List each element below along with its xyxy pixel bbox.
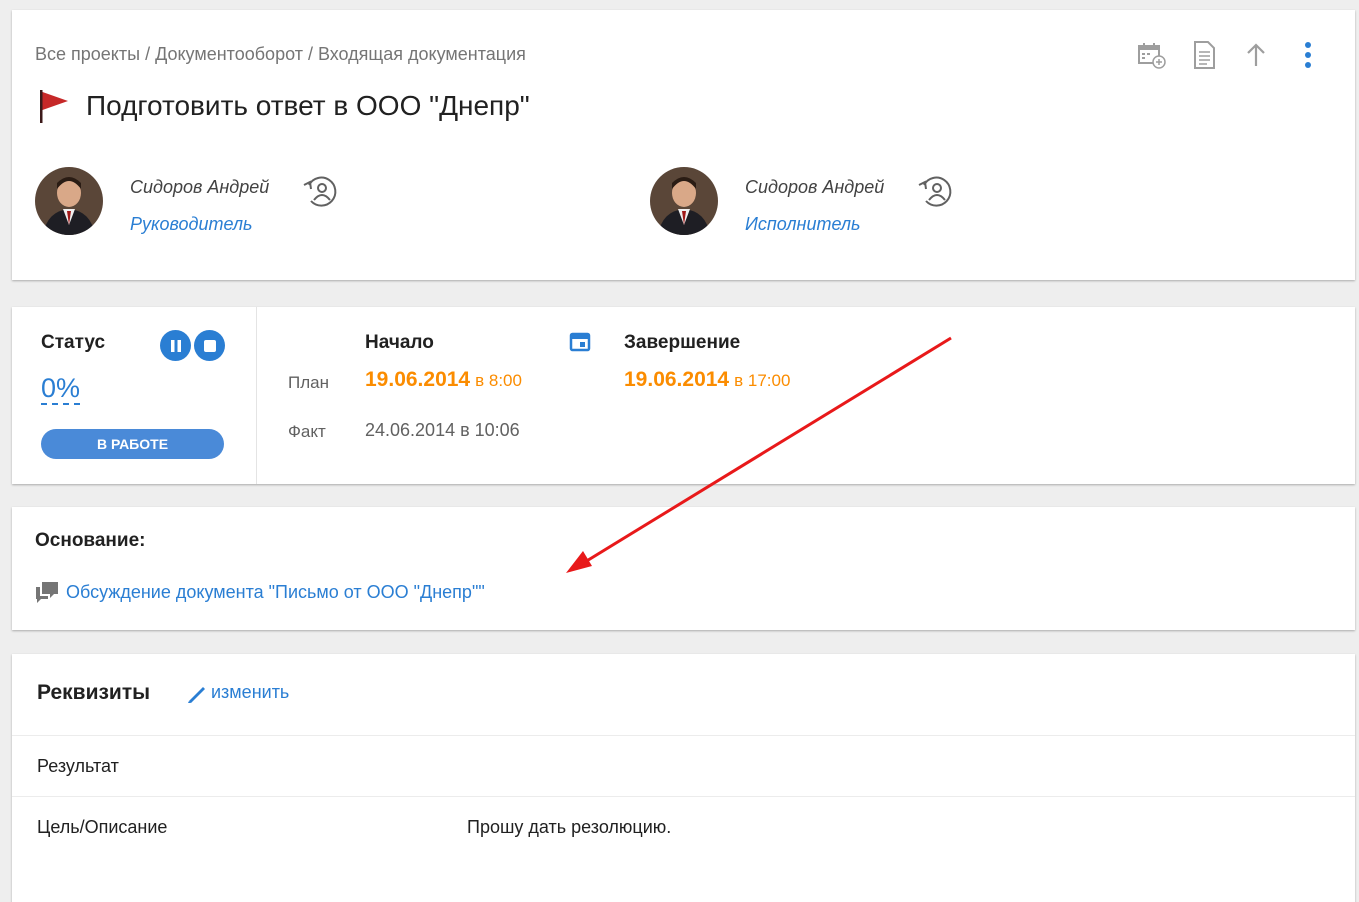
document-button[interactable] <box>1189 40 1219 70</box>
breadcrumb-incoming-docs[interactable]: Входящая документация <box>318 44 526 64</box>
title-row: Подготовить ответ в ООО "Днепр" <box>38 88 530 124</box>
plan-start-time: в 8:00 <box>475 371 522 390</box>
stop-button[interactable] <box>194 330 225 361</box>
plan-start-date: 19.06.2014 <box>365 368 471 391</box>
manager-person: Сидоров Андрей Руководитель <box>35 167 341 235</box>
pencil-icon <box>188 686 205 703</box>
breadcrumb: Все проекты / Документооборот / Входящая… <box>35 44 526 65</box>
breadcrumb-all-projects[interactable]: Все проекты <box>35 44 140 64</box>
executor-name: Сидоров Андрей <box>745 177 885 197</box>
person-info: Сидоров Андрей Руководитель <box>130 177 269 235</box>
start-header: Начало <box>365 332 434 353</box>
basis-link-text[interactable]: Обсуждение документа "Письмо от ООО "Дне… <box>66 582 485 603</box>
discussion-icon <box>36 582 58 603</box>
status-panel: Статус 0% В РАБОТЕ <box>12 307 257 484</box>
stop-icon <box>203 339 216 352</box>
status-controls <box>160 330 225 361</box>
page-title: Подготовить ответ в ООО "Днепр" <box>86 90 530 121</box>
end-header: Завершение <box>624 332 741 353</box>
status-state-button[interactable]: В РАБОТЕ <box>41 429 224 459</box>
change-manager-button[interactable] <box>301 171 341 216</box>
more-vert-icon <box>1305 42 1311 68</box>
plan-label: План <box>288 373 329 392</box>
progress-percent[interactable]: 0% <box>41 373 81 405</box>
breadcrumb-document-flow[interactable]: Документооборот <box>155 44 303 64</box>
calendar-add-button[interactable] <box>1137 40 1167 70</box>
calendar-icon[interactable] <box>569 330 591 352</box>
avatar[interactable] <box>35 167 103 235</box>
executor-role-link[interactable]: Исполнитель <box>745 214 884 235</box>
flag-icon <box>40 90 68 123</box>
plan-start: 19.06.2014 в 8:00 <box>365 368 522 392</box>
requisites-title: Реквизиты <box>37 681 151 704</box>
calendar-add-icon <box>1138 43 1166 69</box>
requisites-card: Реквизиты изменить Результат Цель/Описан… <box>12 654 1355 902</box>
executor-person: Сидоров Андрей Исполнитель <box>650 167 956 235</box>
fact-label: Факт <box>288 422 326 441</box>
status-dates-card: Статус 0% В РАБОТЕ Начало Завершение Пла… <box>12 307 1355 484</box>
requisite-key: Цель/Описание <box>37 817 168 837</box>
pause-icon <box>170 339 181 352</box>
change-executor-button[interactable] <box>916 171 956 216</box>
avatar[interactable] <box>650 167 718 235</box>
requisite-row-result: Результат <box>12 735 1355 796</box>
basis-label: Основание: <box>35 530 146 551</box>
breadcrumb-separator: / <box>302 44 318 64</box>
requisite-value: Прошу дать резолюцию. <box>467 817 672 837</box>
manager-name: Сидоров Андрей <box>130 177 270 197</box>
person-swap-icon <box>303 176 337 207</box>
basis-card: Основание: Обсуждение документа "Письмо … <box>12 507 1355 630</box>
more-menu-button[interactable] <box>1293 40 1323 70</box>
edit-label[interactable]: изменить <box>211 682 289 703</box>
fact-start: 24.06.2014 в 10:06 <box>365 420 520 440</box>
status-label: Статус <box>41 332 106 353</box>
task-header-card: Все проекты / Документооборот / Входящая… <box>12 10 1355 280</box>
pause-button[interactable] <box>160 330 191 361</box>
manager-role-link[interactable]: Руководитель <box>130 214 269 235</box>
requisite-key: Результат <box>37 756 119 776</box>
plan-end: 19.06.2014 в 17:00 <box>624 368 790 392</box>
breadcrumb-separator: / <box>140 44 156 64</box>
requisite-row-description: Цель/Описание Прошу дать резолюцию. <box>12 796 1355 857</box>
person-swap-icon <box>918 176 952 207</box>
toolbar <box>1137 40 1323 70</box>
plan-end-time: в 17:00 <box>734 371 791 390</box>
document-icon <box>1194 41 1215 69</box>
edit-requisites-button[interactable]: изменить <box>187 682 289 703</box>
plan-end-date: 19.06.2014 <box>624 368 730 391</box>
move-up-button[interactable] <box>1241 40 1271 70</box>
basis-discussion-link[interactable]: Обсуждение документа "Письмо от ООО "Дне… <box>34 580 485 604</box>
arrow-up-icon <box>1247 43 1265 66</box>
person-info: Сидоров Андрей Исполнитель <box>745 177 884 235</box>
